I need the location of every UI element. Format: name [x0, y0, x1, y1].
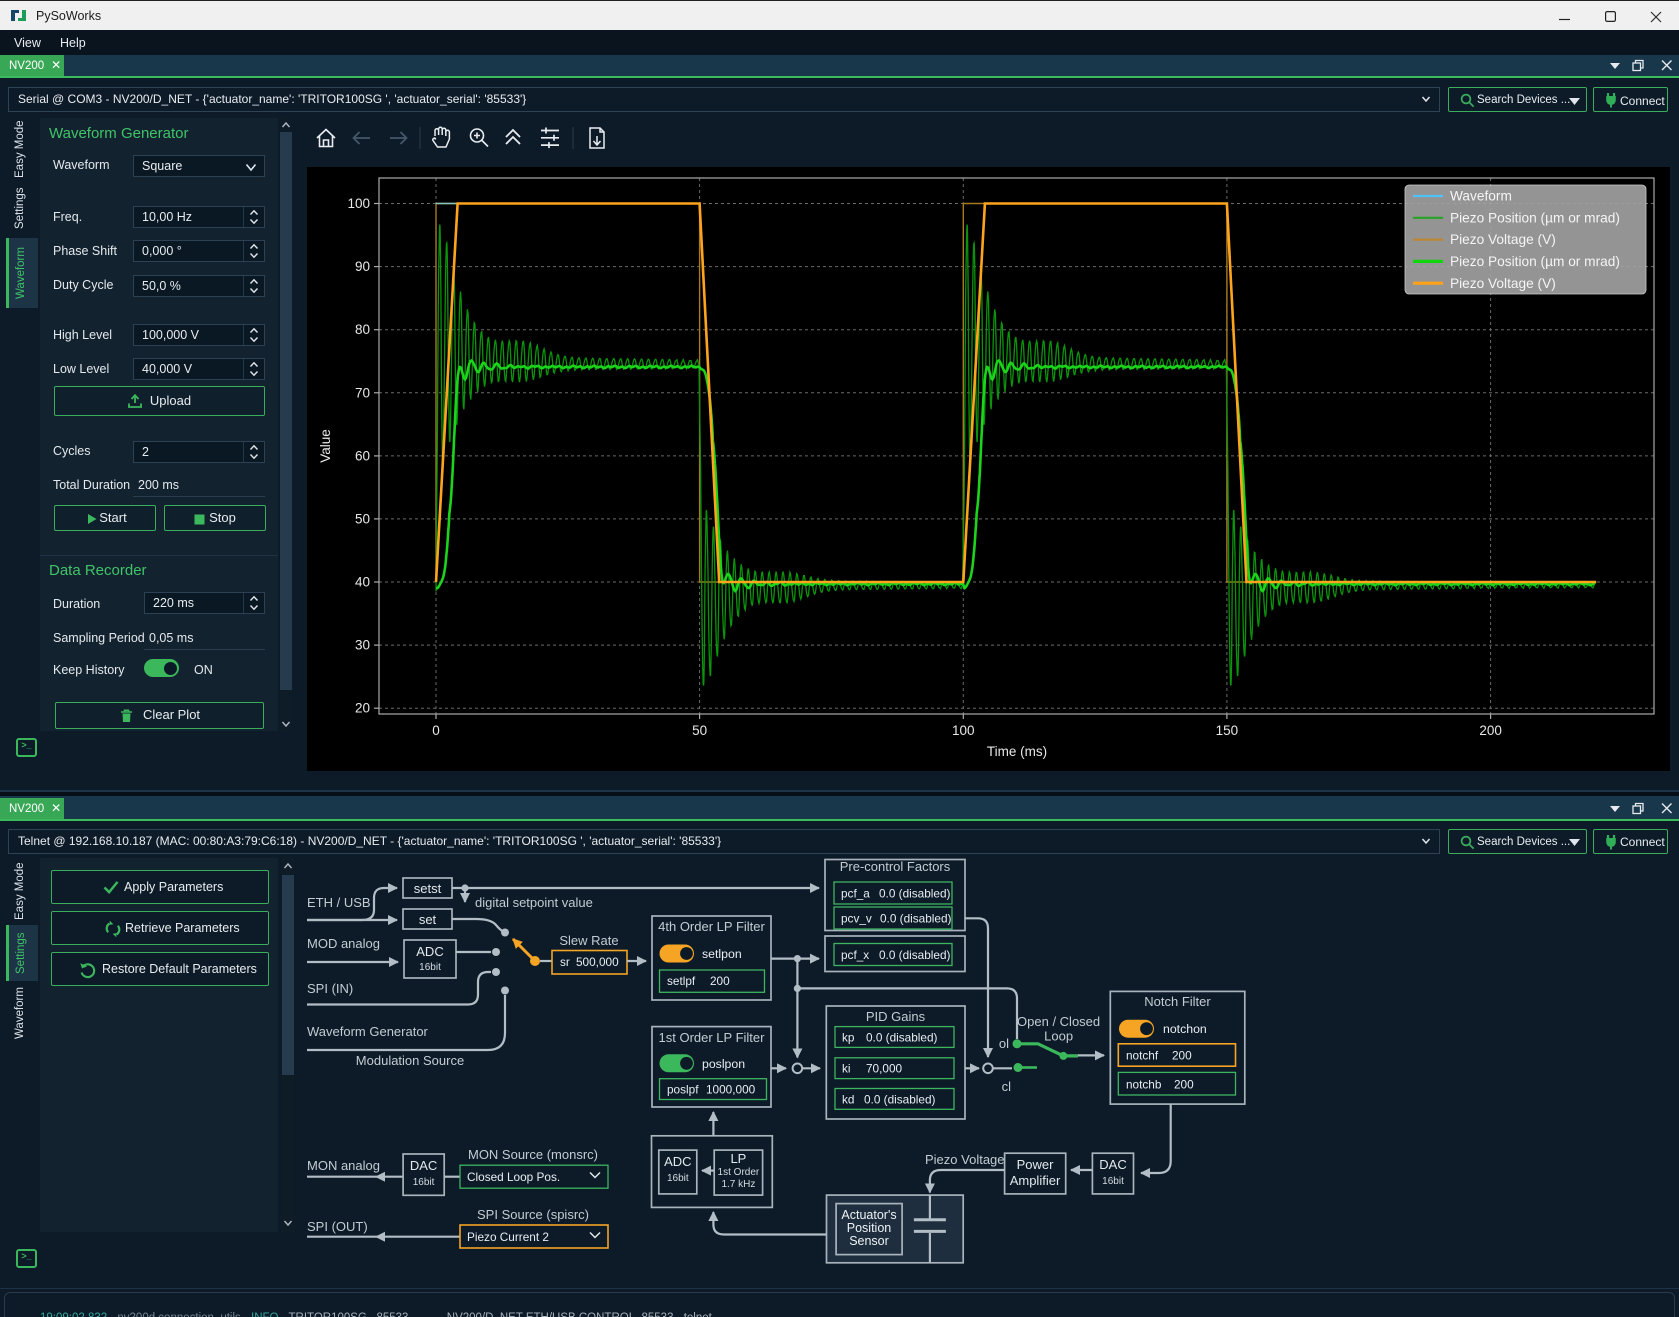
svg-text:0.0 (disabled): 0.0 (disabled): [864, 1093, 936, 1107]
svg-text:Waveform Generator: Waveform Generator: [307, 1024, 429, 1039]
svg-text:Sensor: Sensor: [849, 1234, 889, 1248]
svg-text:notchon: notchon: [1163, 1022, 1207, 1036]
svg-text:ADC: ADC: [664, 1154, 691, 1169]
svg-text:kp: kp: [842, 1031, 855, 1045]
svg-text:100: 100: [347, 196, 370, 211]
svg-text:DAC: DAC: [410, 1158, 437, 1173]
svg-text:Amplifier: Amplifier: [1010, 1173, 1061, 1188]
svg-text:Waveform: Waveform: [1450, 189, 1512, 204]
svg-text:Piezo Voltage (V): Piezo Voltage (V): [1450, 276, 1556, 291]
svg-text:setlpon: setlpon: [702, 947, 742, 961]
svg-text:16bit: 16bit: [1102, 1176, 1124, 1187]
svg-text:cl: cl: [1002, 1079, 1012, 1094]
svg-text:90: 90: [355, 259, 370, 274]
svg-text:70: 70: [355, 385, 370, 400]
svg-text:60: 60: [355, 448, 370, 463]
svg-text:DAC: DAC: [1099, 1157, 1126, 1172]
svg-text:Piezo Voltage (V): Piezo Voltage (V): [1450, 232, 1556, 247]
svg-text:Value: Value: [318, 429, 333, 463]
svg-text:ki: ki: [842, 1062, 851, 1076]
svg-text:0.0 (disabled): 0.0 (disabled): [866, 1031, 938, 1045]
svg-text:Piezo Current 2: Piezo Current 2: [467, 1230, 549, 1244]
svg-text:ADC: ADC: [416, 944, 443, 959]
svg-text:setst: setst: [414, 881, 442, 896]
svg-text:Closed Loop Pos.: Closed Loop Pos.: [467, 1170, 560, 1184]
svg-text:16bit: 16bit: [419, 962, 441, 973]
svg-text:50: 50: [692, 723, 707, 738]
svg-text:MON Source (monsrc): MON Source (monsrc): [468, 1147, 598, 1162]
svg-text:poslpon: poslpon: [702, 1057, 745, 1071]
svg-text:ETH / USB: ETH / USB: [307, 895, 371, 910]
svg-text:1.7 kHz: 1.7 kHz: [721, 1179, 755, 1190]
svg-text:16bit: 16bit: [667, 1173, 689, 1184]
svg-text:Open / Closed: Open / Closed: [1017, 1014, 1100, 1029]
svg-text:MOD analog: MOD analog: [307, 936, 380, 951]
svg-text:Position: Position: [847, 1221, 892, 1235]
svg-text:40: 40: [355, 575, 370, 590]
svg-text:1000,000: 1000,000: [706, 1083, 756, 1097]
svg-text:70,000: 70,000: [866, 1062, 903, 1076]
svg-text:SPI Source (spisrc): SPI Source (spisrc): [477, 1207, 589, 1222]
svg-text:50: 50: [355, 511, 370, 526]
svg-text:Pre-control Factors: Pre-control Factors: [840, 859, 951, 874]
svg-text:Actuator's: Actuator's: [841, 1208, 896, 1222]
svg-text:0: 0: [432, 723, 440, 738]
svg-text:PID Gains: PID Gains: [866, 1009, 926, 1024]
svg-text:digital setpoint value: digital setpoint value: [475, 895, 593, 910]
svg-text:200: 200: [1479, 723, 1502, 738]
svg-text:16bit: 16bit: [413, 1177, 435, 1188]
svg-text:notchb: notchb: [1126, 1078, 1162, 1092]
svg-text:kd: kd: [842, 1093, 854, 1107]
svg-text:200: 200: [1172, 1049, 1192, 1063]
svg-text:Piezo Position (µm or mrad): Piezo Position (µm or mrad): [1450, 254, 1620, 269]
svg-text:setlpf: setlpf: [667, 974, 696, 988]
svg-text:Time (ms): Time (ms): [987, 744, 1047, 759]
svg-text:MON analog: MON analog: [307, 1158, 380, 1173]
svg-text:Loop: Loop: [1044, 1028, 1073, 1043]
svg-text:LP: LP: [730, 1151, 746, 1166]
svg-text:20: 20: [355, 701, 370, 716]
svg-text:Piezo Voltage: Piezo Voltage: [925, 1152, 1005, 1167]
svg-text:1st Order LP Filter: 1st Order LP Filter: [659, 1030, 766, 1045]
svg-text:Notch Filter: Notch Filter: [1144, 994, 1211, 1009]
svg-text:0.0 (disabled): 0.0 (disabled): [880, 912, 952, 926]
svg-text:100: 100: [952, 723, 975, 738]
svg-text:Power: Power: [1017, 1157, 1055, 1172]
svg-text:SPI (OUT): SPI (OUT): [307, 1219, 368, 1234]
svg-text:pcf_a: pcf_a: [841, 887, 870, 901]
svg-text:Slew Rate: Slew Rate: [559, 933, 618, 948]
svg-text:4th Order LP Filter: 4th Order LP Filter: [658, 919, 765, 934]
svg-text:Modulation Source: Modulation Source: [356, 1053, 464, 1068]
svg-text:0.0 (disabled): 0.0 (disabled): [879, 887, 951, 901]
svg-text:sr: sr: [560, 955, 570, 969]
svg-text:ol: ol: [999, 1036, 1009, 1051]
svg-text:150: 150: [1216, 723, 1239, 738]
svg-text:200: 200: [1174, 1078, 1194, 1092]
svg-text:Piezo Position (µm or mrad): Piezo Position (µm or mrad): [1450, 210, 1620, 225]
svg-text:200: 200: [710, 974, 730, 988]
svg-text:0.0 (disabled): 0.0 (disabled): [879, 948, 951, 962]
svg-text:pcv_v: pcv_v: [841, 912, 872, 926]
svg-text:pcf_x: pcf_x: [841, 948, 869, 962]
svg-text:SPI (IN): SPI (IN): [307, 981, 353, 996]
svg-text:30: 30: [355, 638, 370, 653]
svg-text:80: 80: [355, 322, 370, 337]
svg-text:500,000: 500,000: [576, 955, 619, 969]
svg-text:notchf: notchf: [1126, 1049, 1159, 1063]
svg-text:1st Order: 1st Order: [718, 1167, 760, 1178]
svg-text:poslpf: poslpf: [667, 1083, 699, 1097]
svg-text:set: set: [419, 912, 437, 927]
